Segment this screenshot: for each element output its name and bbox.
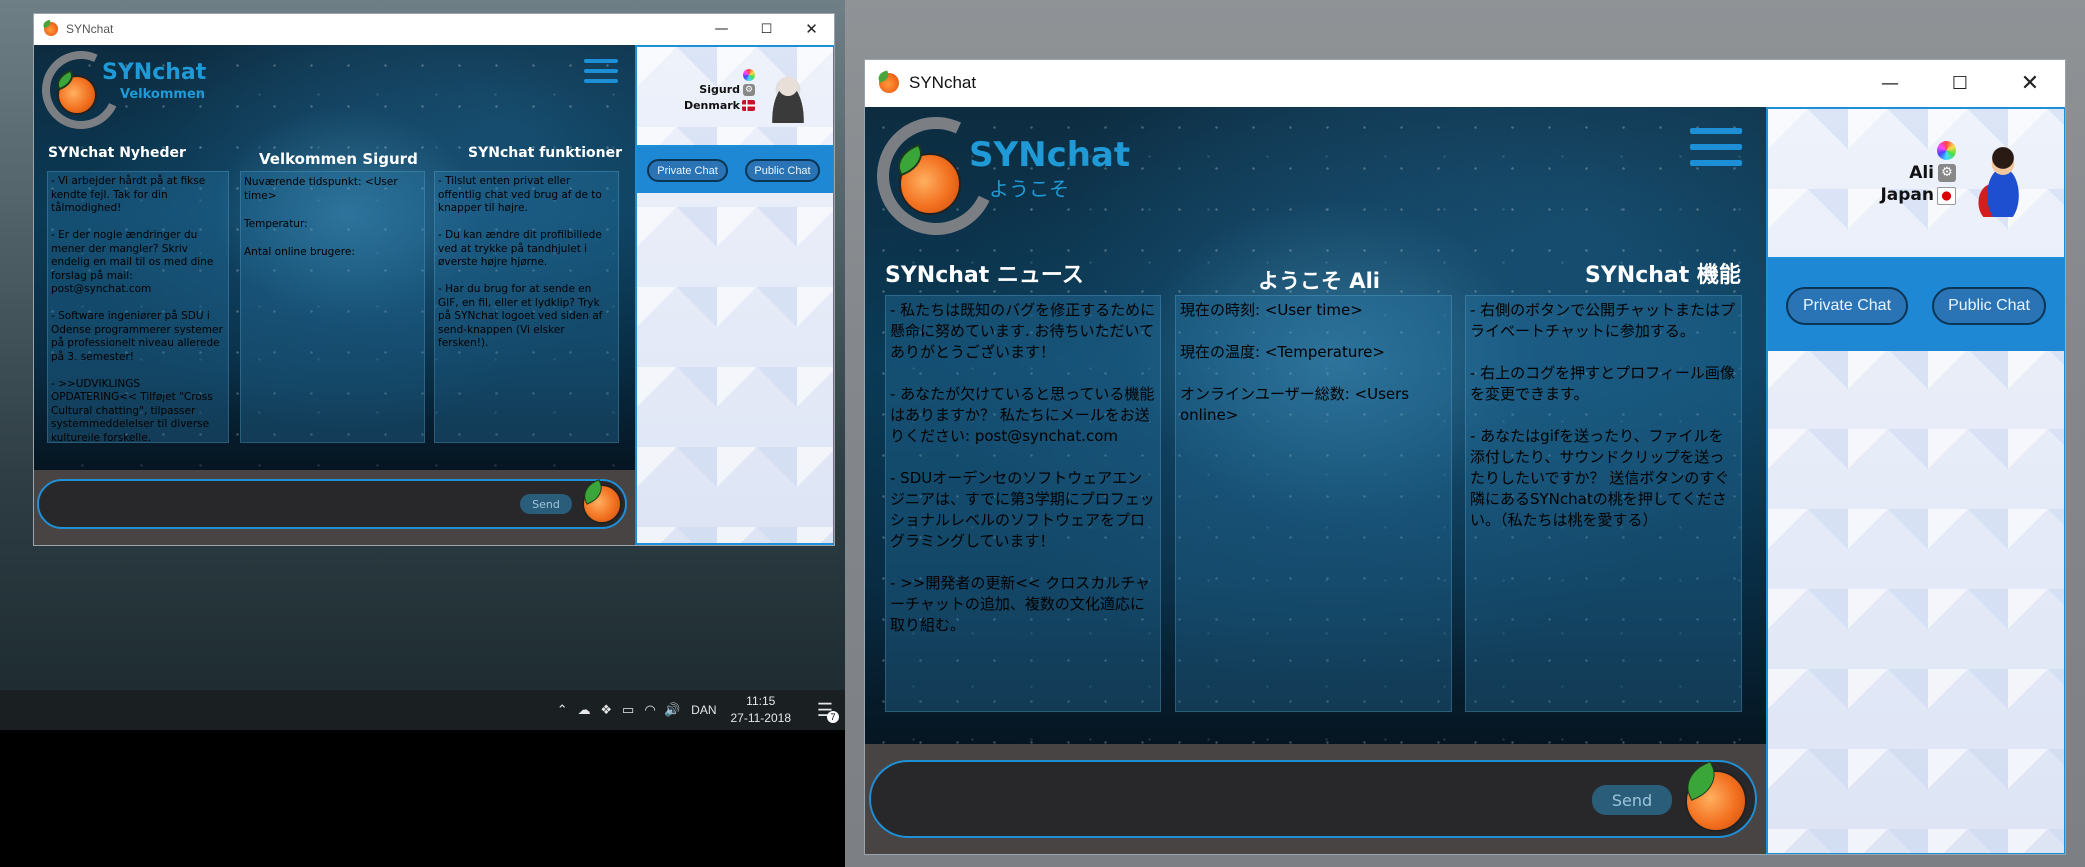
main-panel: SYNchat Velkommen SYNchat Nyheder Velkom… xyxy=(34,45,635,470)
public-chat-button[interactable]: Public Chat xyxy=(745,159,820,182)
features-heading: SYNchat 機能 xyxy=(1585,263,1741,288)
system-tray: ⌃ ☁ ❖ ▭ ◠ 🔊 DAN 11:15 27-11-2018 ☰ 7 xyxy=(551,690,845,730)
clock-time: 11:15 xyxy=(746,694,776,708)
features-box: - 右側のボタンで公開チャットまたはプライベートチャットに参加する。 - 右上の… xyxy=(1465,295,1742,712)
public-chat-button[interactable]: Public Chat xyxy=(1932,287,2046,325)
onedrive-cloud-icon[interactable]: ☁ xyxy=(573,702,595,718)
maximize-icon[interactable]: ☐ xyxy=(1925,60,1995,106)
chat-buttons-bar: Private Chat Public Chat xyxy=(637,147,833,193)
japan-flag-icon xyxy=(1937,187,1956,205)
maximize-icon[interactable]: ☐ xyxy=(744,14,789,44)
attachment-peach-button[interactable] xyxy=(1685,770,1747,832)
gear-icon[interactable]: ⚙ xyxy=(743,84,755,96)
menu-hamburger-icon[interactable] xyxy=(584,59,618,83)
minimize-icon[interactable]: — xyxy=(699,14,744,44)
send-button[interactable]: Send xyxy=(1592,785,1672,815)
profile-card: Ali Japan ⚙ xyxy=(1768,109,2064,259)
private-chat-button[interactable]: Private Chat xyxy=(1786,287,1908,325)
welcome-box: Nuværende tidspunkt: <User time> Tempera… xyxy=(240,171,425,443)
welcome-heading: ようこそ Ali xyxy=(1258,269,1380,293)
features-text: - 右側のボタンで公開チャットまたはプライベートチャットに参加する。 - 右上の… xyxy=(1470,301,1736,529)
synchat-window-danish: SYNchat — ☐ ✕ SYNchat Velkommen SYNchat … xyxy=(33,13,835,546)
news-heading: SYNchat ニュース xyxy=(885,263,1084,288)
dropbox-icon[interactable]: ❖ xyxy=(595,702,617,718)
window-title: SYNchat xyxy=(909,73,977,92)
gear-icon[interactable]: ⚙ xyxy=(1938,164,1956,182)
window-titlebar[interactable]: SYNchat — ☐ ✕ xyxy=(34,14,834,44)
app-icon xyxy=(879,73,899,93)
logo-brand-text: SYNchat xyxy=(969,135,1131,175)
taskbar: ⌃ ☁ ❖ ▭ ◠ 🔊 DAN 11:15 27-11-2018 ☰ 7 xyxy=(0,690,845,730)
features-text: - Tilslut enten privat eller offentlig c… xyxy=(438,175,603,349)
message-bar: Send xyxy=(34,470,635,545)
synchat-logo[interactable]: SYNchat ようこそ xyxy=(865,107,1157,252)
window-controls: — ☐ ✕ xyxy=(699,14,834,44)
profile-country: Japan xyxy=(1880,185,1934,205)
private-chat-button[interactable]: Private Chat xyxy=(647,159,728,182)
profile-name: Ali xyxy=(1909,163,1934,183)
color-wheel-icon[interactable] xyxy=(1937,141,1956,160)
app-icon xyxy=(44,22,58,36)
news-box: - Vi arbejder hårdt på at fikse kendte f… xyxy=(47,171,229,443)
wifi-icon[interactable]: ◠ xyxy=(639,702,661,718)
chat-buttons-bar: Private Chat Public Chat xyxy=(1768,259,2064,351)
window-title: SYNchat xyxy=(66,22,114,36)
logo-subtitle: Velkommen xyxy=(120,87,206,102)
side-panel: Ali Japan ⚙ Private Chat Public Chat xyxy=(1766,107,2065,854)
profile-country: Denmark xyxy=(683,99,740,112)
notification-center-button[interactable]: ☰ 7 xyxy=(805,700,845,723)
welcome-box: 現在の時刻: <User time> 現在の温度: <Temperature> … xyxy=(1175,295,1452,712)
synchat-window-japanese: SYNchat — ☐ ✕ SYNchat ようこそ SYNchat ニュース … xyxy=(864,59,2066,855)
news-text: - 私たちは既知のバグを修正するために懸命に努めています. お待ちいただいてあり… xyxy=(890,301,1156,634)
clock-date: 27-11-2018 xyxy=(730,711,792,725)
synchat-logo[interactable]: SYNchat Velkommen xyxy=(34,45,222,141)
features-heading: SYNchat funktioner xyxy=(468,145,623,161)
language-indicator[interactable]: DAN xyxy=(691,703,716,717)
features-box: - Tilslut enten privat eller offentlig c… xyxy=(434,171,619,443)
welcome-text: 現在の時刻: <User time> 現在の温度: <Temperature> … xyxy=(1180,301,1410,424)
desktop-black-area xyxy=(0,725,845,867)
avatar[interactable] xyxy=(765,69,811,123)
logo-brand-text: SYNchat xyxy=(102,60,207,85)
logo-subtitle: ようこそ xyxy=(989,177,1069,201)
denmark-flag-icon xyxy=(742,100,755,111)
close-icon[interactable]: ✕ xyxy=(1995,60,2065,106)
window-titlebar[interactable]: SYNchat — ☐ ✕ xyxy=(865,60,2065,106)
profile-card: Sigurd Denmark ⚙ xyxy=(637,47,833,147)
clock[interactable]: 11:15 27-11-2018 xyxy=(731,693,792,727)
window-controls: — ☐ ✕ xyxy=(1855,60,2065,106)
welcome-heading: Velkommen Sigurd xyxy=(259,150,418,168)
news-text: - Vi arbejder hårdt på at fikse kendte f… xyxy=(51,175,223,443)
network-icon[interactable]: ▭ xyxy=(617,702,639,718)
side-panel: Sigurd Denmark ⚙ Private Chat Public Cha… xyxy=(635,45,834,545)
attachment-peach-button[interactable] xyxy=(582,484,622,524)
main-panel: SYNchat ようこそ SYNchat ニュース ようこそ Ali SYNch… xyxy=(865,107,1766,744)
chevron-up-icon[interactable]: ⌃ xyxy=(551,702,573,718)
welcome-text: Nuværende tidspunkt: <User time> Tempera… xyxy=(244,176,398,258)
close-icon[interactable]: ✕ xyxy=(789,14,834,44)
news-heading: SYNchat Nyheder xyxy=(48,145,186,161)
notification-count: 7 xyxy=(827,710,839,723)
minimize-icon[interactable]: — xyxy=(1855,60,1925,106)
avatar[interactable] xyxy=(1974,145,2032,217)
menu-hamburger-icon[interactable] xyxy=(1690,128,1742,166)
message-bar: Send xyxy=(865,744,1766,854)
news-box: - 私たちは既知のバグを修正するために懸命に努めています. お待ちいただいてあり… xyxy=(885,295,1161,712)
volume-icon[interactable]: 🔊 xyxy=(661,702,683,718)
profile-name: Sigurd xyxy=(699,83,740,96)
send-button[interactable]: Send xyxy=(520,494,572,514)
color-wheel-icon[interactable] xyxy=(743,69,755,81)
